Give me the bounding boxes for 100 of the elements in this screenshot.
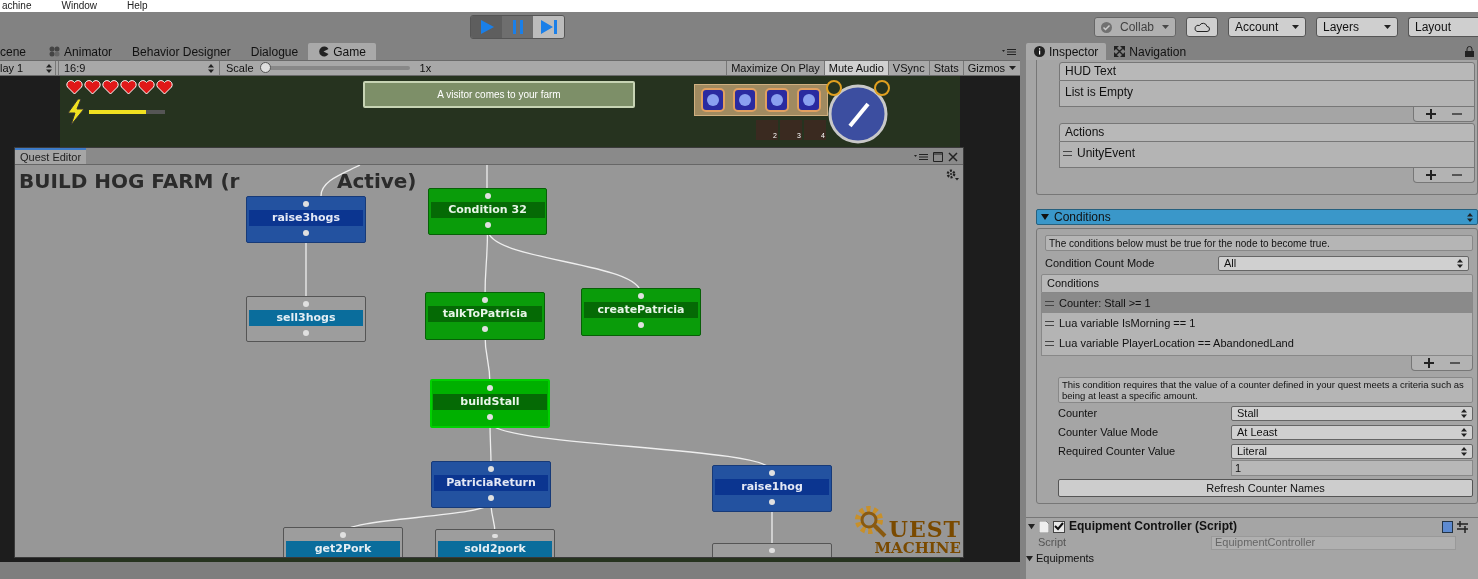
caret-icon [1384,25,1391,29]
refresh-counter-names-button[interactable]: Refresh Counter Names [1058,479,1473,497]
panel-tab[interactable]: cene [0,43,40,60]
quest-node[interactable]: talkToPatricia [425,292,545,340]
section-header[interactable]: Conditions [1036,209,1478,225]
lock-icon[interactable] [1465,46,1474,57]
condition-item[interactable]: Lua variable IsMorning == 1 [1042,313,1472,333]
updown-arrow-icon [208,63,214,73]
help-icon[interactable] [1442,520,1453,533]
toggle-button[interactable]: Gizmos [962,61,1020,75]
condition-item[interactable]: Counter: Stall >= 1 [1042,293,1472,313]
action-slot-icon[interactable] [765,88,789,112]
pacman-icon [318,46,330,57]
action-slot-icon[interactable] [797,88,821,112]
menu-icon[interactable] [914,153,928,161]
quest-node[interactable]: sold2pork [435,529,555,557]
script-field: EquipmentController [1211,535,1456,550]
condition-text: Lua variable PlayerLocation == AbandonedLand [1059,336,1294,350]
node-label: createPatricia [584,302,698,318]
panel-tab[interactable]: Behavior Designer [122,43,241,60]
port-icon[interactable] [638,322,644,328]
quest-node[interactable]: get2Pork [283,527,403,557]
panel-tab[interactable]: Inspector [1026,43,1107,60]
port-icon[interactable] [769,499,775,505]
quest-node[interactable]: raise1hog [712,465,832,512]
drag-handle-icon[interactable] [1063,150,1072,156]
port-icon[interactable] [484,222,491,228]
quest-node[interactable] [712,543,832,557]
add-icon[interactable] [1424,358,1434,368]
number-field[interactable]: 1 [1231,460,1473,476]
add-icon[interactable] [1426,109,1436,119]
panel-tab[interactable]: Animator [39,43,123,60]
count-mode-dropdown[interactable]: All [1218,256,1469,271]
collab-button[interactable]: Collab [1093,17,1176,37]
action-slot-icon[interactable] [701,88,725,112]
layout-dropdown[interactable]: Layout [1408,17,1478,37]
menu-item[interactable]: Window [61,0,98,12]
slider-thumb[interactable] [259,62,271,73]
list-item[interactable]: UnityEvent [1077,146,1136,160]
toggle-button[interactable]: Maximize On Play [726,61,824,75]
sliders-icon[interactable] [1457,520,1468,533]
maximize-icon[interactable] [933,152,943,162]
orb-icon [826,80,890,144]
port-icon[interactable] [769,470,775,476]
quest-node[interactable]: raise3hogs [246,196,366,243]
add-icon[interactable] [1426,170,1436,180]
panel-tab[interactable]: Navigation [1106,43,1195,60]
caret-icon [1162,25,1169,29]
settings-icon[interactable] [946,169,959,181]
display-dropdown[interactable]: lay 1 [0,61,56,75]
value-dropdown[interactable]: At Least [1231,424,1473,440]
port-icon[interactable] [303,230,309,236]
menu-icon[interactable] [1002,48,1016,56]
port-icon[interactable] [482,326,488,332]
foldout-icon [1041,213,1049,221]
drag-handle-icon[interactable] [1045,340,1054,346]
panel-tab[interactable]: Game [308,43,376,60]
drag-handle-icon[interactable] [1045,320,1054,326]
toggle-button[interactable]: VSync [887,61,929,75]
quest-node[interactable]: PatriciaReturn [431,461,551,508]
condition-item[interactable]: Lua variable PlayerLocation == AbandonedLand [1042,333,1472,353]
list-header: Actions [1059,123,1475,142]
foldout-label[interactable]: Equipments [1036,552,1095,565]
layers-dropdown[interactable]: Layers [1316,17,1398,37]
quest-node[interactable]: Condition 32 [428,188,547,235]
menu-item[interactable]: achine [2,0,32,12]
toggle-button[interactable]: Mute Audio [823,61,888,75]
panel-tab[interactable]: Dialogue [240,43,309,60]
port-icon[interactable] [482,297,488,303]
updown-arrow-icon [1467,212,1473,222]
cloud-icon [1194,22,1210,32]
play-icon [479,20,494,34]
port-icon[interactable] [488,495,494,501]
quest-node[interactable]: createPatricia [581,288,701,336]
drag-handle-icon[interactable] [1045,300,1054,306]
field-label: Counter [1058,406,1099,420]
quest-editor-tab[interactable]: Quest Editor [15,148,87,164]
port-icon[interactable] [488,466,494,472]
action-slot-icon[interactable] [733,88,757,112]
node-label: sell3hogs [249,310,363,326]
port-icon[interactable] [484,193,491,199]
updown-arrow-icon [1461,446,1467,456]
node-label: Condition 32 [430,202,545,218]
node-label: buildStall [433,394,547,410]
updown-arrow-icon [1457,259,1463,268]
port-icon[interactable] [303,201,309,207]
aspect-dropdown[interactable]: 16:9 [58,61,220,75]
port-icon[interactable] [638,293,644,299]
value-dropdown[interactable]: Stall [1231,405,1473,421]
script-file-icon [1039,520,1049,533]
toggle-button[interactable]: Stats [928,61,963,75]
menu-item[interactable]: Help [127,0,148,12]
nodes-icon [49,46,61,57]
value-dropdown[interactable]: Literal [1231,443,1473,459]
enabled-checkbox[interactable] [1053,520,1065,533]
condition-text: Counter: Stall >= 1 [1059,296,1151,310]
checkmark-icon [1054,522,1064,531]
close-icon[interactable] [948,152,958,162]
account-dropdown[interactable]: Account [1228,17,1306,37]
cloud-button[interactable] [1186,17,1218,37]
